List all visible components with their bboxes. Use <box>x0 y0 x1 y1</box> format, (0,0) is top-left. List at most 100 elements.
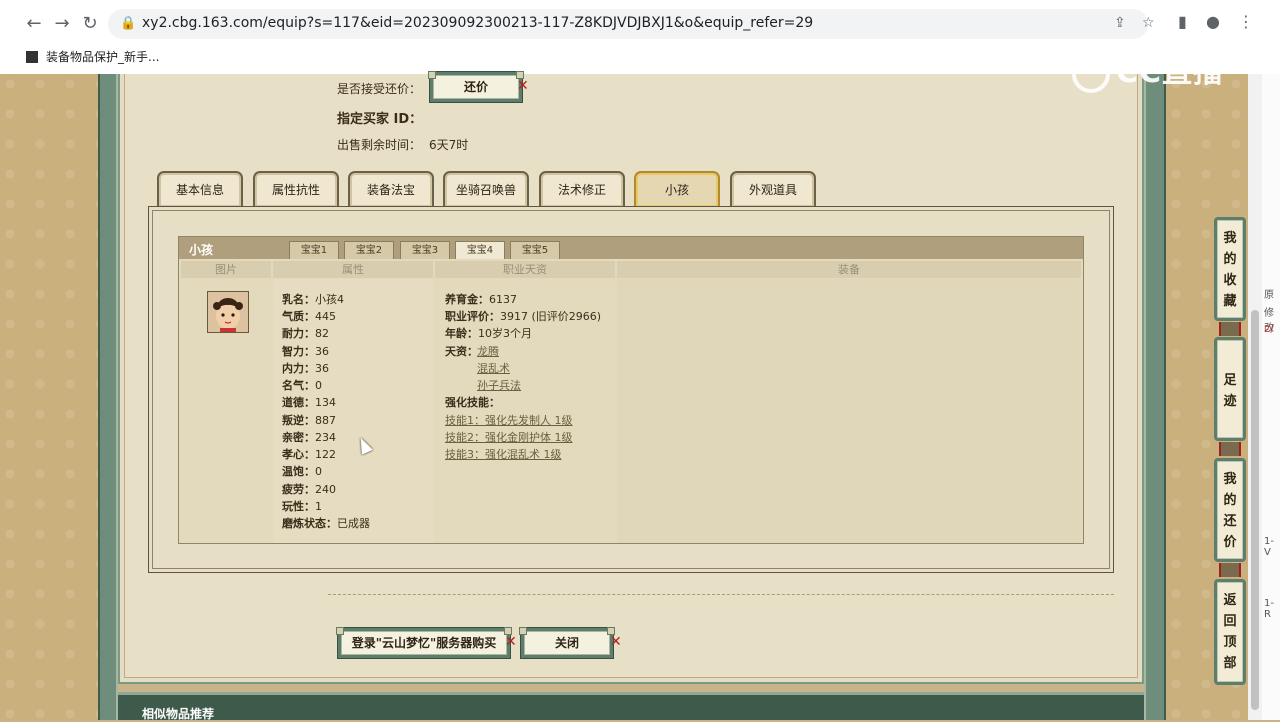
sidepanel-icon[interactable]: ▮ <box>1178 12 1187 31</box>
address-bar[interactable]: 🔒 xy2.cbg.163.com/equip?s=117&eid=202309… <box>108 9 1155 39</box>
equip-column <box>617 279 1081 543</box>
skills-row: 强化技能： <box>445 394 500 410</box>
nav-char: 价 <box>1223 535 1237 550</box>
share-icon[interactable]: ⇪ <box>1114 15 1126 31</box>
attribute-value: 134 <box>315 396 336 409</box>
nav-char: 返 <box>1223 593 1237 608</box>
nav-char: 迹 <box>1223 394 1237 409</box>
attribute-value: 已成器 <box>337 517 370 530</box>
bookmark-star-icon[interactable]: ☆ <box>1142 15 1155 31</box>
subtab-baby1[interactable]: 宝宝1 <box>289 241 339 259</box>
nav-char: 顶 <box>1223 635 1237 650</box>
stream-watermark: CC直播 <box>1072 47 1247 93</box>
profile-icon[interactable]: ● <box>1206 12 1220 31</box>
skill-link[interactable]: 技能1：强化先发制人 1级 <box>445 412 573 428</box>
skill-link[interactable]: 技能2：强化金刚护体 1级 <box>445 429 573 445</box>
tab-basic-info[interactable]: 基本信息 <box>157 171 243 207</box>
attribute-label: 温饱： <box>282 465 315 478</box>
tab-mount-pet[interactable]: 坐骑召唤兽 <box>443 171 529 207</box>
bookmark-item[interactable]: 装备物品保护_新手... <box>26 48 159 65</box>
page-scrollbar[interactable] <box>1248 74 1262 720</box>
col-header-equipment: 装备 <box>617 261 1081 278</box>
col-header-attributes: 属性 <box>273 261 433 278</box>
child-panel-header: 小孩 宝宝1 宝宝2 宝宝3 宝宝4 宝宝5 <box>179 237 1083 259</box>
tab-spell-correction[interactable]: 法术修正 <box>539 171 625 207</box>
attribute-label: 名气： <box>282 379 315 392</box>
back-icon[interactable]: ← <box>22 12 46 36</box>
attribute-label: 道德： <box>282 396 315 409</box>
nav-char: 我 <box>1223 231 1237 246</box>
nav-char: 还 <box>1223 514 1237 529</box>
reload-icon[interactable]: ↻ <box>78 12 102 36</box>
attribute-label: 叛逆： <box>282 414 315 427</box>
rating-value: 3917 (旧评价2966) <box>500 310 602 323</box>
attribute-label: 孝心： <box>282 448 315 461</box>
subtab-baby5[interactable]: 宝宝5 <box>510 241 560 259</box>
attribute-value: 小孩4 <box>315 293 344 306</box>
attribute-label: 智力： <box>282 345 315 358</box>
back-to-top-button[interactable]: 返回顶部 <box>1214 579 1246 685</box>
attribute-row: 磨炼状态：已成器 <box>282 515 370 531</box>
subtab-baby4[interactable]: 宝宝4 <box>455 241 505 259</box>
attribute-value: 887 <box>315 414 336 427</box>
rating-label: 职业评价： <box>445 310 500 323</box>
nav-connector <box>1219 563 1241 577</box>
attribute-row: 孝心：122 <box>282 446 336 462</box>
my-favorites-button[interactable]: 我的收藏 <box>1214 217 1246 321</box>
footprint-button[interactable]: 足迹 <box>1214 337 1246 441</box>
my-counter-offers-button[interactable]: 我的还价 <box>1214 458 1246 562</box>
attribute-label: 乳名： <box>282 293 315 306</box>
close-button[interactable]: 关闭 <box>519 627 615 658</box>
edge-text: 原 <box>1264 290 1274 301</box>
buyer-id-label: 指定买家 ID： <box>337 112 423 127</box>
attribute-row: 亲密：234 <box>282 429 336 445</box>
attribute-value: 0 <box>315 379 322 392</box>
accept-counter-label: 是否接受还价： <box>337 82 422 96</box>
talent-link[interactable]: 混乱术 <box>477 360 510 376</box>
attribute-label: 内力： <box>282 362 315 375</box>
edge-text: 2/ <box>1264 324 1274 335</box>
attribute-value: 82 <box>315 327 329 340</box>
edge-text: 1-V <box>1264 536 1274 558</box>
tab-attributes[interactable]: 属性抗性 <box>253 171 339 207</box>
similar-items-title: 相似物品推荐 <box>142 707 215 721</box>
right-frame-strip <box>1144 74 1166 720</box>
attribute-value: 36 <box>315 345 329 358</box>
scrollbar-thumb[interactable] <box>1251 310 1259 710</box>
adjacent-window-edge: g. 原 修改 2/ 1-V 1-R <box>1262 74 1280 720</box>
nav-char: 我 <box>1223 472 1237 487</box>
talent-link[interactable]: 孙子兵法 <box>477 377 521 393</box>
skills-label: 强化技能： <box>445 396 500 409</box>
tab-child[interactable]: 小孩 <box>634 171 720 207</box>
talent-link[interactable]: 龙腾 <box>477 343 499 359</box>
bookmark-label: 装备物品保护_新手... <box>46 50 160 64</box>
counter-offer-button[interactable]: 还价 <box>428 71 524 102</box>
tab-appearance[interactable]: 外观道具 <box>730 171 816 207</box>
attribute-row: 温饱：0 <box>282 463 322 479</box>
attribute-row: 玩性：1 <box>282 498 322 514</box>
close-x-icon: ✕ <box>610 634 622 650</box>
attribute-value: 36 <box>315 362 329 375</box>
attribute-label: 玩性： <box>282 500 315 513</box>
child-panel-title: 小孩 <box>189 243 214 257</box>
age-value: 10岁3个月 <box>478 327 532 340</box>
url-text[interactable]: xy2.cbg.163.com/equip?s=117&eid=20230909… <box>142 15 813 31</box>
tab-equipment[interactable]: 装备法宝 <box>348 171 434 207</box>
attribute-label: 疲劳： <box>282 483 315 496</box>
close-x-icon: ✕ <box>517 78 529 94</box>
nav-char: 的 <box>1223 252 1237 267</box>
left-pattern-bg <box>0 74 98 720</box>
nav-char: 藏 <box>1223 294 1237 309</box>
subtab-baby2[interactable]: 宝宝2 <box>344 241 394 259</box>
skill-link[interactable]: 技能3：强化混乱术 1级 <box>445 446 562 462</box>
menu-icon[interactable]: ⋮ <box>1238 12 1254 31</box>
forward-icon[interactable]: → <box>50 12 74 36</box>
attribute-row: 叛逆：887 <box>282 412 336 428</box>
attribute-value: 0 <box>315 465 322 478</box>
login-buy-button[interactable]: 登录"云山梦忆"服务器购买 <box>336 627 512 658</box>
similar-items-bar: 相似物品推荐 <box>118 692 1144 721</box>
subtab-baby3[interactable]: 宝宝3 <box>400 241 450 259</box>
age-label: 年龄： <box>445 327 478 340</box>
nav-char: 足 <box>1223 373 1237 388</box>
attribute-value: 1 <box>315 500 322 513</box>
